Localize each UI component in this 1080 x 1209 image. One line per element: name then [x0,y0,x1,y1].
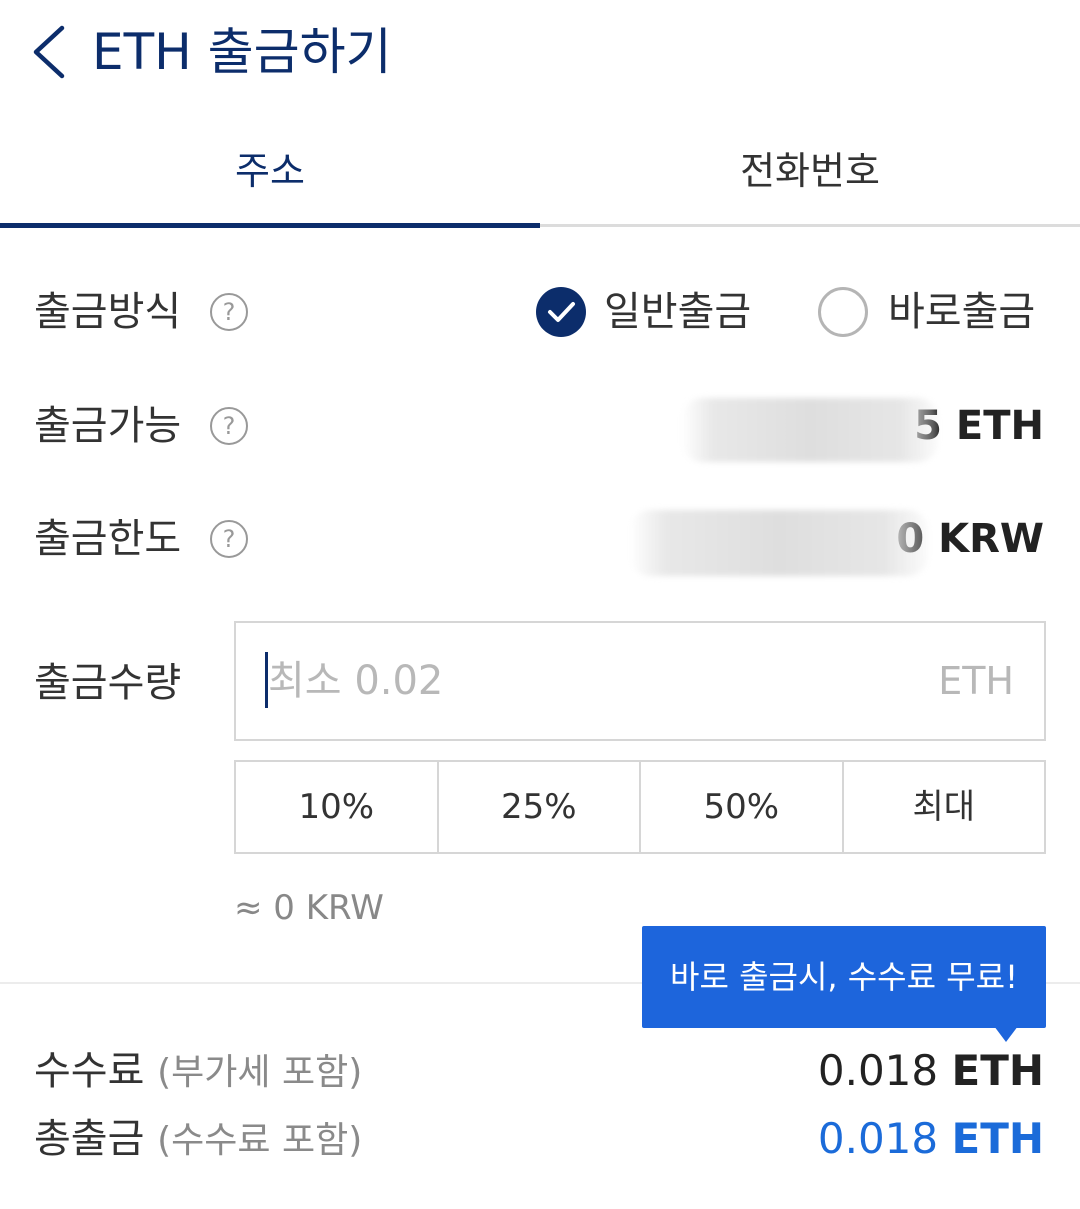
fee-value: 0.018 ETH [818,1046,1044,1096]
withdraw-method-label: 출금방식 [34,289,182,335]
question-circle-icon[interactable]: ? [210,520,248,558]
question-circle-icon[interactable]: ? [210,293,248,331]
total-label-sub: (수수료 포함) [157,1120,363,1161]
fee-label: 수수료 (부가세 포함) [34,1046,362,1098]
radio-normal-withdraw[interactable] [536,287,586,337]
tooltip-arrow [994,1026,1018,1042]
tab-divider [540,224,1080,227]
back-button[interactable] [30,24,70,80]
preset-max-button[interactable]: 최대 [844,762,1045,852]
fee-label-text: 수수료 [34,1048,145,1094]
fee-unit: ETH [951,1046,1045,1095]
amount-label: 출금수량 [34,660,182,706]
question-circle-icon[interactable]: ? [210,407,248,445]
available-label: 출금가능 [34,403,182,449]
preset-50-button[interactable]: 50% [641,762,844,852]
instant-withdraw-tooltip: 바로 출금시, 수수료 무료! [642,926,1046,1028]
fee-amount: 0.018 [817,1046,939,1095]
total-label-text: 총출금 [34,1116,145,1162]
total-label: 총출금 (수수료 포함) [34,1114,362,1166]
total-amount: 0.018 [817,1114,939,1163]
limit-label: 출금한도 [34,516,182,562]
amount-presets: 10% 25% 50% 최대 [234,760,1046,854]
redacted-mask [630,510,928,576]
text-cursor [265,652,268,708]
total-unit: ETH [951,1114,1045,1163]
page-title: ETH 출금하기 [92,23,392,81]
approx-krw: ≈ 0 KRW [234,888,384,928]
amount-unit: ETH [938,659,1014,703]
check-icon [548,302,575,322]
preset-25-button[interactable]: 25% [439,762,641,852]
redacted-mask [682,398,938,462]
amount-input[interactable] [268,648,888,714]
radio-instant-withdraw-label[interactable]: 바로출금 [888,287,1035,337]
fee-label-sub: (부가세 포함) [157,1052,363,1093]
preset-10-button[interactable]: 10% [236,762,439,852]
radio-normal-withdraw-label[interactable]: 일반출금 [604,287,751,337]
radio-instant-withdraw[interactable] [818,287,868,337]
tab-phone[interactable]: 전화번호 [540,140,1080,228]
chevron-left-icon [33,25,65,79]
tab-address[interactable]: 주소 [0,140,540,228]
tab-indicator [0,223,540,228]
total-value: 0.018 ETH [818,1114,1044,1164]
